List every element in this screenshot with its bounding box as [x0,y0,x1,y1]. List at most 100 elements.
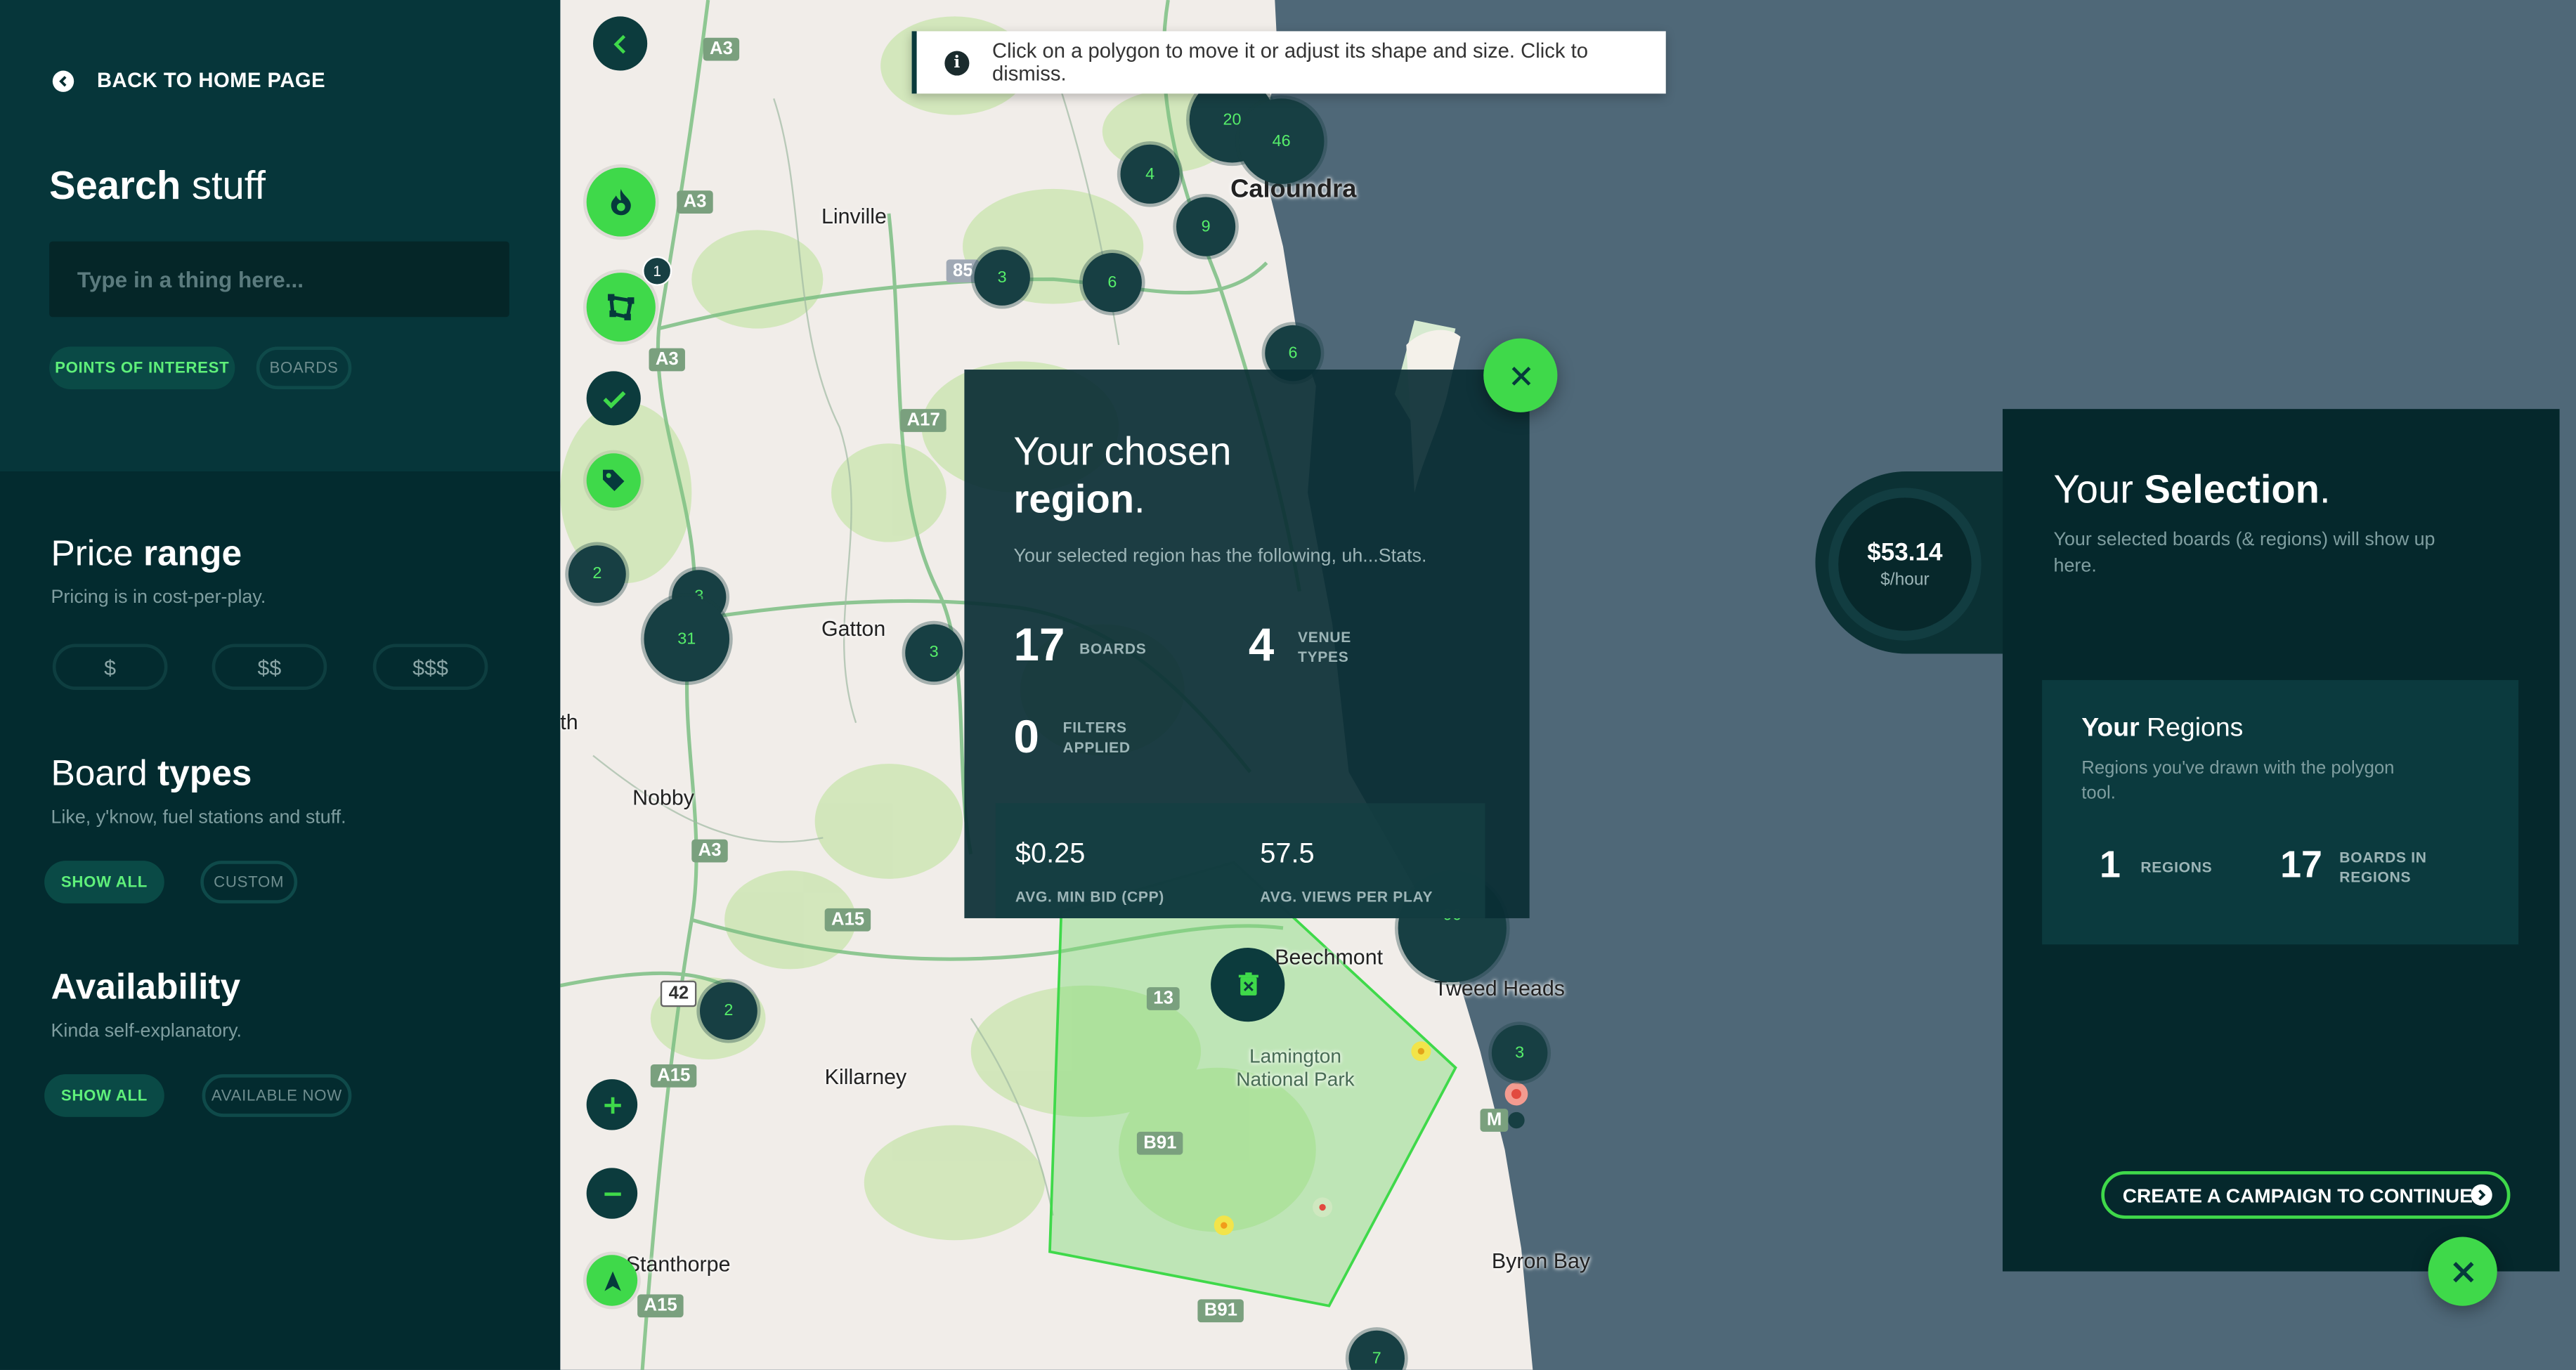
board-types-show-all[interactable]: SHOW ALL [44,861,164,903]
sidebar: BACK TO HOME PAGE Search stuff POINTS OF… [0,0,561,1370]
check-icon [602,390,625,408]
hourly-rate-unit: $/hour [1880,570,1930,590]
chevron-left-icon [52,70,74,91]
selection-title: Your Selection. [2053,468,2331,513]
board-cluster[interactable]: 9 [1176,197,1236,256]
tag-tool-button[interactable] [586,453,641,508]
views-per-play-label: AVG. VIEWS PER PLAY [1260,888,1433,906]
plus-icon [604,1096,620,1113]
price-low-button[interactable]: $ [52,644,168,690]
zoom-in-button[interactable] [586,1079,638,1130]
polygon-icon [608,294,635,320]
selection-panel: Your Selection. Your selected boards (& … [2003,409,2560,1272]
chevron-left-icon [613,34,625,53]
road-shield: B91 [1136,1131,1183,1155]
road-shield: A15 [637,1294,684,1318]
flame-icon [611,188,631,216]
place-label: Linville [821,203,887,228]
regions-card-title: Your Regions [2081,715,2244,743]
place-label: Killarney [824,1064,907,1090]
modal-title: Your chosen region. [1013,430,1232,523]
close-region-modal-button[interactable] [1483,338,1558,412]
board-types-title: Board types [51,752,252,794]
confirm-button[interactable] [586,371,641,426]
info-toast[interactable]: i Click on a polygon to move it or adjus… [911,31,1666,94]
road-shield: A15 [650,1064,697,1088]
filters-count: 0 [1013,711,1039,762]
venue-types-label: VENUE TYPES [1298,629,1352,665]
boards-in-regions-label: BOARDS IN REGIONS [2339,849,2427,886]
availability-show-all[interactable]: SHOW ALL [44,1074,164,1117]
toast-text: Click on a polygon to move it or adjust … [992,39,1589,86]
road-shield: A17 [900,409,947,432]
collapse-sidebar-button[interactable] [593,16,648,71]
availability-title: Availability [51,965,241,1007]
road-shield: A3 [677,190,713,214]
min-bid-label: AVG. MIN BID (CPP) [1015,888,1165,906]
regions-label: REGIONS [2140,859,2213,876]
boards-count: 17 [1013,619,1065,670]
board-cluster[interactable]: 2 [699,982,757,1040]
place-label: Stanthorpe [625,1251,731,1277]
board-cluster[interactable]: 3 [974,249,1030,306]
regions-card: Your Regions Regions you've drawn with t… [2042,679,2519,945]
trash-icon [1237,972,1258,996]
tag-icon [603,469,625,492]
hourly-rate-value: $53.14 [1867,538,1943,567]
tab-boards[interactable]: BOARDS [256,346,352,390]
road-shield: A3 [703,37,740,61]
delete-region-button[interactable] [1211,948,1285,1022]
boards-in-regions-count: 17 [2280,842,2322,886]
road-shield: M [1480,1109,1509,1132]
polygon-tool-button[interactable] [586,273,656,342]
heatmap-tool-button[interactable] [586,167,656,237]
price-range-title: Price range [51,532,242,573]
navigation-arrow-icon [604,1270,620,1291]
filters-label: FILTERS APPLIED [1062,719,1131,756]
close-selection-panel-button[interactable] [2428,1237,2497,1306]
place-label: Gatton [821,615,886,641]
back-to-home-button[interactable]: BACK TO HOME PAGE [52,69,326,92]
place-label: Beechmont [1275,944,1384,970]
minus-icon [604,1192,620,1195]
back-label: BACK TO HOME PAGE [96,69,326,92]
price-mid-button[interactable]: $$ [212,644,327,690]
create-campaign-button[interactable]: CREATE A CAMPAIGN TO CONTINUE [2101,1170,2511,1219]
price-range-subtitle: Pricing is in cost-per-play. [51,588,266,608]
selection-subtitle: Your selected boards (& regions) will sh… [2053,530,2435,577]
info-icon: i [944,50,970,75]
board-types-subtitle: Like, y'know, fuel stations and stuff. [51,808,346,828]
close-icon [1511,365,1530,385]
board-cluster[interactable]: 3 [1491,1024,1548,1081]
polygon-count-badge: 1 [642,256,672,286]
place-label: Lamington National Park [1236,1044,1355,1091]
board-cluster[interactable]: 3 [905,624,963,682]
road-shield: 13 [1146,987,1180,1010]
road-shield: A3 [691,839,728,863]
hourly-rate-badge: $53.14 $/hour [1828,488,1982,641]
region-stats-modal: Your chosen region. Your selected region … [964,370,1530,918]
availability-available-now[interactable]: AVAILABLE NOW [202,1074,352,1117]
close-icon [2452,1260,2473,1282]
create-campaign-label: CREATE A CAMPAIGN TO CONTINUE [2122,1183,2473,1207]
board-types-custom[interactable]: CUSTOM [200,861,298,903]
locate-me-button[interactable] [586,1255,638,1306]
board-cluster[interactable]: 4 [1120,144,1180,204]
min-bid-value: $0.25 [1015,837,1086,869]
road-shield: B91 [1197,1299,1244,1323]
search-title: Search stuff [49,164,266,209]
search-section: BACK TO HOME PAGE Search stuff POINTS OF… [0,0,561,472]
chevron-right-icon [2471,1184,2492,1206]
road-shield: A15 [824,908,871,932]
search-input[interactable] [49,241,509,318]
board-cluster[interactable]: 46 [1238,98,1325,184]
zoom-out-button[interactable] [586,1168,638,1219]
board-cluster[interactable]: 31 [644,596,730,682]
tab-points-of-interest[interactable]: POINTS OF INTEREST [49,346,235,390]
availability-subtitle: Kinda self-explanatory. [51,1022,242,1042]
place-label: Byron Bay [1491,1248,1591,1273]
price-high-button[interactable]: $$$ [372,644,488,690]
board-cluster[interactable]: 2 [568,545,626,604]
board-cluster[interactable]: 6 [1082,253,1142,313]
modal-footer: $0.25 AVG. MIN BID (CPP) 57.5 AVG. VIEWS… [995,803,1485,918]
